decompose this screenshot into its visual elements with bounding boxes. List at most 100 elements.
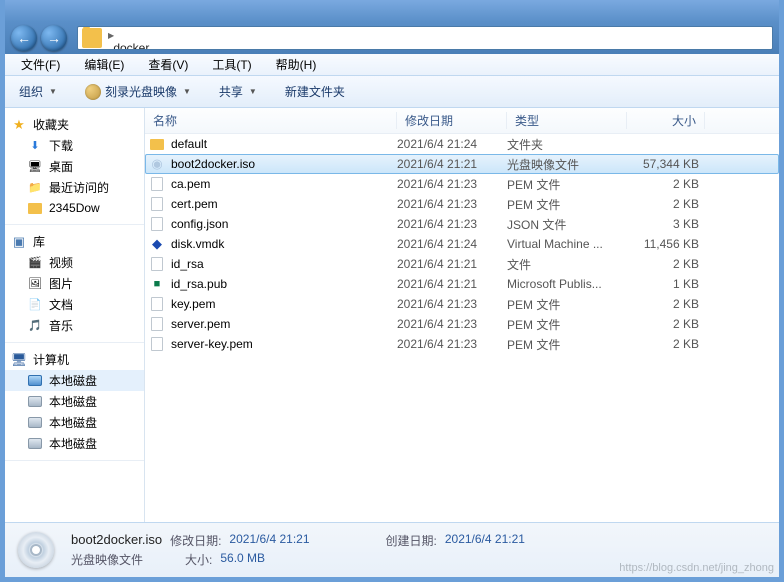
desktop-icon	[27, 159, 43, 175]
sidebar-item-2345[interactable]: 2345Dow	[5, 198, 144, 218]
sidebar-item-downloads[interactable]: 下载	[5, 135, 144, 156]
burn-button[interactable]: 刻录光盘映像▼	[79, 80, 197, 103]
sidebar-item-recent[interactable]: 最近访问的	[5, 177, 144, 198]
details-size-value: 56.0 MB	[220, 551, 265, 568]
file-date: 2021/6/4 21:21	[397, 157, 507, 171]
file-name: disk.vmdk	[171, 237, 224, 251]
menu-tools[interactable]: 工具(T)	[202, 54, 261, 75]
file-type: PEM 文件	[507, 196, 627, 213]
col-type[interactable]: 类型	[507, 112, 627, 129]
new-folder-button[interactable]: 新建文件夹	[279, 80, 351, 103]
file-row[interactable]: server-key.pem2021/6/4 21:23PEM 文件2 KB	[145, 334, 779, 354]
star-icon: ★	[11, 117, 27, 133]
file-type: Microsoft Publis...	[507, 277, 627, 291]
file-date: 2021/6/4 21:24	[397, 137, 507, 151]
file-name: default	[171, 137, 207, 151]
image-icon	[27, 276, 43, 292]
details-pane: boot2docker.iso 修改日期: 2021/6/4 21:21 创建日…	[5, 522, 779, 577]
file-type: PEM 文件	[507, 296, 627, 313]
file-size: 11,456 KB	[627, 237, 705, 251]
file-row[interactable]: id_rsa 2021/6/4 21:21文件2 KB	[145, 254, 779, 274]
library-icon: ▣	[11, 234, 27, 250]
menu-help[interactable]: 帮助(H)	[266, 54, 327, 75]
file-name: boot2docker.iso	[171, 157, 255, 171]
sidebar-favorites[interactable]: ★ 收藏夹	[5, 114, 144, 135]
file-row[interactable]: server.pem2021/6/4 21:23PEM 文件2 KB	[145, 314, 779, 334]
breadcrumb-segment[interactable]: .docker	[106, 41, 185, 50]
col-name[interactable]: 名称	[145, 112, 397, 129]
file-size: 2 KB	[627, 197, 705, 211]
file-type: 文件夹	[507, 136, 627, 153]
column-headers: 名称 修改日期 类型 大小	[145, 108, 779, 134]
file-row[interactable]: boot2docker.iso 2021/6/4 21:21光盘映像文件57,34…	[145, 154, 779, 174]
menu-file[interactable]: 文件(F)	[11, 54, 70, 75]
file-size: 2 KB	[627, 257, 705, 271]
menu-view[interactable]: 查看(V)	[138, 54, 198, 75]
file-row[interactable]: default 2021/6/4 21:24文件夹	[145, 134, 779, 154]
sidebar-item-disk-3[interactable]: 本地磁盘	[5, 433, 144, 454]
sidebar-item-videos[interactable]: 视频	[5, 252, 144, 273]
menu-edit[interactable]: 编辑(E)	[74, 54, 134, 75]
sidebar-libraries[interactable]: ▣ 库	[5, 231, 144, 252]
file-type: 光盘映像文件	[507, 156, 627, 173]
file-size: 2 KB	[627, 337, 705, 351]
organize-button[interactable]: 组织▼	[13, 80, 63, 103]
sidebar-item-pictures[interactable]: 图片	[5, 273, 144, 294]
file-size: 2 KB	[627, 317, 705, 331]
col-date[interactable]: 修改日期	[397, 112, 507, 129]
details-filename: boot2docker.iso	[71, 532, 162, 549]
file-date: 2021/6/4 21:21	[397, 277, 507, 291]
file-size: 2 KB	[627, 177, 705, 191]
document-icon	[27, 297, 43, 313]
file-name: cert.pem	[171, 197, 218, 211]
file-type: 文件	[507, 256, 627, 273]
disc-icon	[85, 84, 101, 100]
sidebar-item-documents[interactable]: 文档	[5, 294, 144, 315]
file-size: 3 KB	[627, 217, 705, 231]
share-button[interactable]: 共享▼	[213, 80, 263, 103]
file-row[interactable]: config.json2021/6/4 21:23JSON 文件3 KB	[145, 214, 779, 234]
details-create-label: 创建日期:	[386, 532, 437, 549]
file-row[interactable]: cert.pem2021/6/4 21:23PEM 文件2 KB	[145, 194, 779, 214]
file-row[interactable]: key.pem2021/6/4 21:23PEM 文件2 KB	[145, 294, 779, 314]
file-name: server-key.pem	[171, 337, 253, 351]
sidebar-item-disk-c[interactable]: 本地磁盘	[5, 370, 144, 391]
file-date: 2021/6/4 21:21	[397, 257, 507, 271]
nav-forward-button[interactable]: →	[41, 25, 67, 51]
sidebar-item-desktop[interactable]: 桌面	[5, 156, 144, 177]
file-date: 2021/6/4 21:23	[397, 337, 507, 351]
navbar: ← → 计算机▶本地磁盘 (C:)▶Users▶Administrator▶.d…	[5, 22, 779, 54]
details-mod-label: 修改日期:	[170, 532, 221, 549]
address-bar[interactable]: 计算机▶本地磁盘 (C:)▶Users▶Administrator▶.docke…	[77, 26, 773, 50]
file-list: 名称 修改日期 类型 大小 default2021/6/4 21:24文件夹bo…	[145, 108, 779, 522]
titlebar	[5, 0, 779, 22]
file-row[interactable]: disk.vmdk2021/6/4 21:24Virtual Machine .…	[145, 234, 779, 254]
nav-back-button[interactable]: ←	[11, 25, 37, 51]
file-name: server.pem	[171, 317, 230, 331]
file-name: id_rsa	[171, 257, 204, 271]
file-type: JSON 文件	[507, 216, 627, 233]
breadcrumb-segment[interactable]: Administrator	[106, 26, 185, 27]
file-name: key.pem	[171, 297, 215, 311]
file-date: 2021/6/4 21:23	[397, 217, 507, 231]
details-create-value: 2021/6/4 21:21	[445, 532, 525, 549]
drive-icon	[28, 396, 42, 407]
music-icon	[27, 318, 43, 334]
toolbar: 组织▼ 刻录光盘映像▼ 共享▼ 新建文件夹	[5, 76, 779, 108]
sidebar-computer[interactable]: 🖥 计算机	[5, 349, 144, 370]
file-type: PEM 文件	[507, 316, 627, 333]
chevron-right-icon[interactable]: ▶	[106, 31, 116, 40]
sidebar-item-disk-1[interactable]: 本地磁盘	[5, 391, 144, 412]
file-row[interactable]: id_rsa.pub2021/6/4 21:21Microsoft Publis…	[145, 274, 779, 294]
sidebar-item-disk-2[interactable]: 本地磁盘	[5, 412, 144, 433]
file-size: 57,344 KB	[627, 157, 705, 171]
details-filetype: 光盘映像文件	[71, 551, 143, 568]
sidebar: ★ 收藏夹 下载 桌面 最近访问的 2345Dow ▣ 库 视频 图片 文档 音…	[5, 108, 145, 522]
file-date: 2021/6/4 21:24	[397, 237, 507, 251]
drive-icon	[28, 438, 42, 449]
recent-icon	[27, 180, 43, 196]
col-size[interactable]: 大小	[627, 112, 705, 129]
video-icon	[27, 255, 43, 271]
file-row[interactable]: ca.pem2021/6/4 21:23PEM 文件2 KB	[145, 174, 779, 194]
sidebar-item-music[interactable]: 音乐	[5, 315, 144, 336]
